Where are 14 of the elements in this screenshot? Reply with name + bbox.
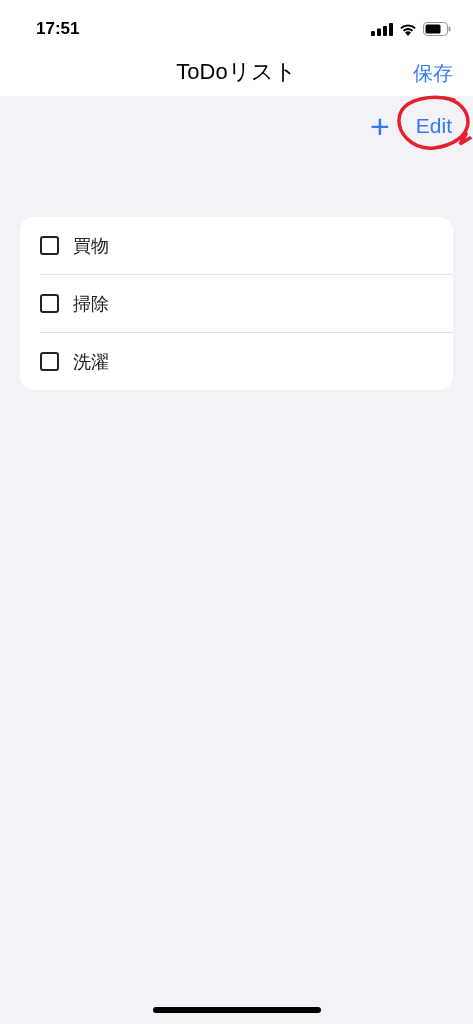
status-time: 17:51: [36, 18, 80, 39]
checkbox[interactable]: [40, 236, 59, 255]
todo-label: 掃除: [73, 292, 109, 316]
todo-label: 洗濯: [73, 350, 109, 374]
screen-title: ToDoリスト: [176, 58, 297, 86]
add-button[interactable]: +: [369, 109, 390, 143]
checkbox[interactable]: [40, 352, 59, 371]
wifi-icon: [399, 22, 417, 36]
checkbox[interactable]: [40, 294, 59, 313]
save-button[interactable]: 保存: [413, 58, 453, 89]
edit-button[interactable]: Edit: [415, 114, 452, 138]
battery-icon: [423, 22, 451, 36]
todo-label: 買物: [73, 234, 109, 258]
signal-icon: [371, 22, 393, 36]
